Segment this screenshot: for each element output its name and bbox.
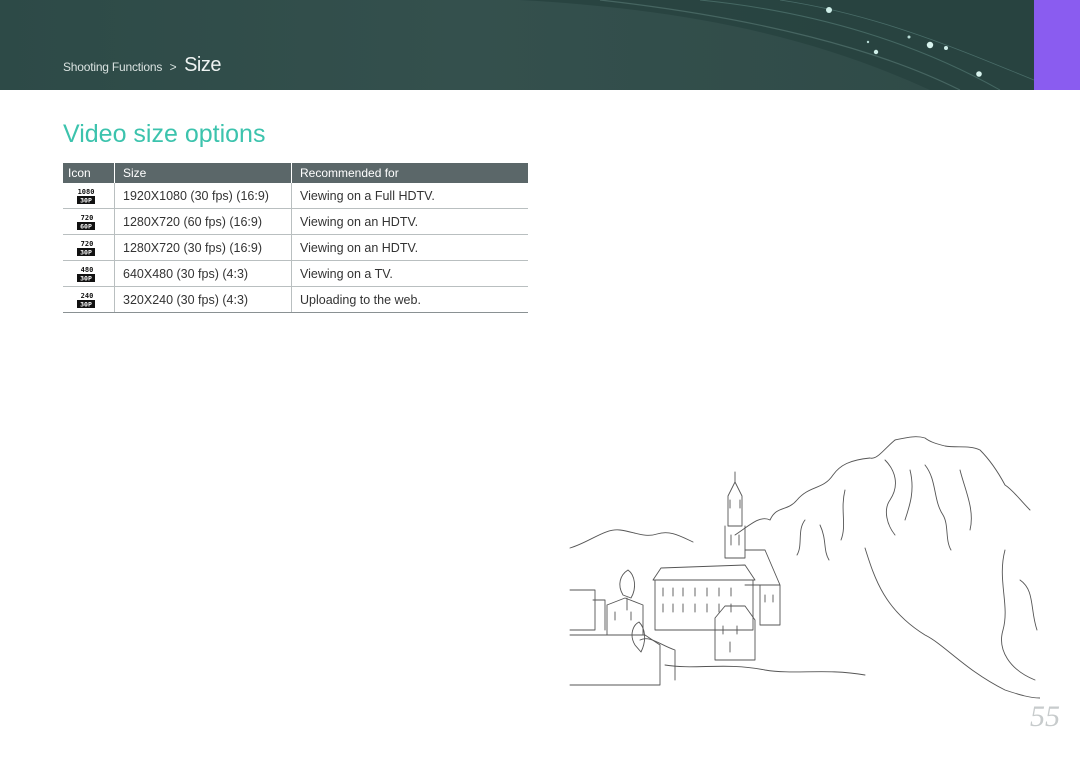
svg-text:1080: 1080 <box>78 188 95 196</box>
page-title: Video size options <box>63 120 266 148</box>
video-size-icon: 1080 30P <box>77 188 95 204</box>
breadcrumb-separator: > <box>169 60 177 74</box>
recommended-cell: Viewing on an HDTV. <box>291 208 528 235</box>
icon-cell: 480 30P <box>63 260 115 287</box>
recommended-cell: Viewing on an HDTV. <box>291 234 528 261</box>
mountain-village-illustration <box>569 436 1040 699</box>
video-size-icon: 480 30P <box>77 266 95 282</box>
table-row: 1080 30P 1920X1080 (30 fps) (16:9) Viewi… <box>63 183 528 209</box>
table-row: 240 30P 320X240 (30 fps) (4:3) Uploading… <box>63 286 528 313</box>
table-row: 480 30P 640X480 (30 fps) (4:3) Viewing o… <box>63 260 528 287</box>
icon-cell: 240 30P <box>63 286 115 313</box>
video-size-icon: 720 60P <box>77 214 95 230</box>
svg-text:30P: 30P <box>80 300 92 308</box>
recommended-cell: Viewing on a TV. <box>291 260 528 287</box>
section-tab[interactable] <box>1034 0 1080 90</box>
page-number: 55 <box>1030 700 1060 733</box>
svg-text:30P: 30P <box>80 274 92 282</box>
breadcrumb-parent: Shooting Functions <box>63 60 163 74</box>
video-size-icon: 240 30P <box>77 292 95 308</box>
recommended-cell: Uploading to the web. <box>291 286 528 313</box>
svg-text:480: 480 <box>81 266 94 274</box>
video-size-icon: 720 30P <box>77 240 95 256</box>
size-cell: 1280X720 (30 fps) (16:9) <box>114 234 292 261</box>
svg-text:60P: 60P <box>80 222 92 230</box>
size-cell: 1280X720 (60 fps) (16:9) <box>114 208 292 235</box>
svg-text:30P: 30P <box>80 196 92 204</box>
column-header-size: Size <box>114 163 292 183</box>
table-row: 720 30P 1280X720 (30 fps) (16:9) Viewing… <box>63 234 528 261</box>
breadcrumb: Shooting Functions > Size <box>63 54 221 77</box>
breadcrumb-current: Size <box>184 54 221 76</box>
header-banner: Shooting Functions > Size <box>0 0 1034 90</box>
size-cell: 320X240 (30 fps) (4:3) <box>114 286 292 313</box>
icon-cell: 720 60P <box>63 208 115 235</box>
table-row: 720 60P 1280X720 (60 fps) (16:9) Viewing… <box>63 208 528 235</box>
svg-text:720: 720 <box>81 240 94 248</box>
size-cell: 1920X1080 (30 fps) (16:9) <box>114 183 292 209</box>
size-cell: 640X480 (30 fps) (4:3) <box>114 260 292 287</box>
icon-cell: 1080 30P <box>63 183 115 209</box>
svg-text:30P: 30P <box>80 248 92 256</box>
table-header-row: Icon Size Recommended for <box>63 163 528 183</box>
video-size-table: Icon Size Recommended for 1080 30P 1920X… <box>63 163 528 313</box>
column-header-recommended: Recommended for <box>291 163 528 183</box>
column-header-icon: Icon <box>63 163 115 183</box>
svg-text:240: 240 <box>81 292 94 300</box>
icon-cell: 720 30P <box>63 234 115 261</box>
recommended-cell: Viewing on a Full HDTV. <box>291 183 528 209</box>
svg-text:720: 720 <box>81 214 94 222</box>
